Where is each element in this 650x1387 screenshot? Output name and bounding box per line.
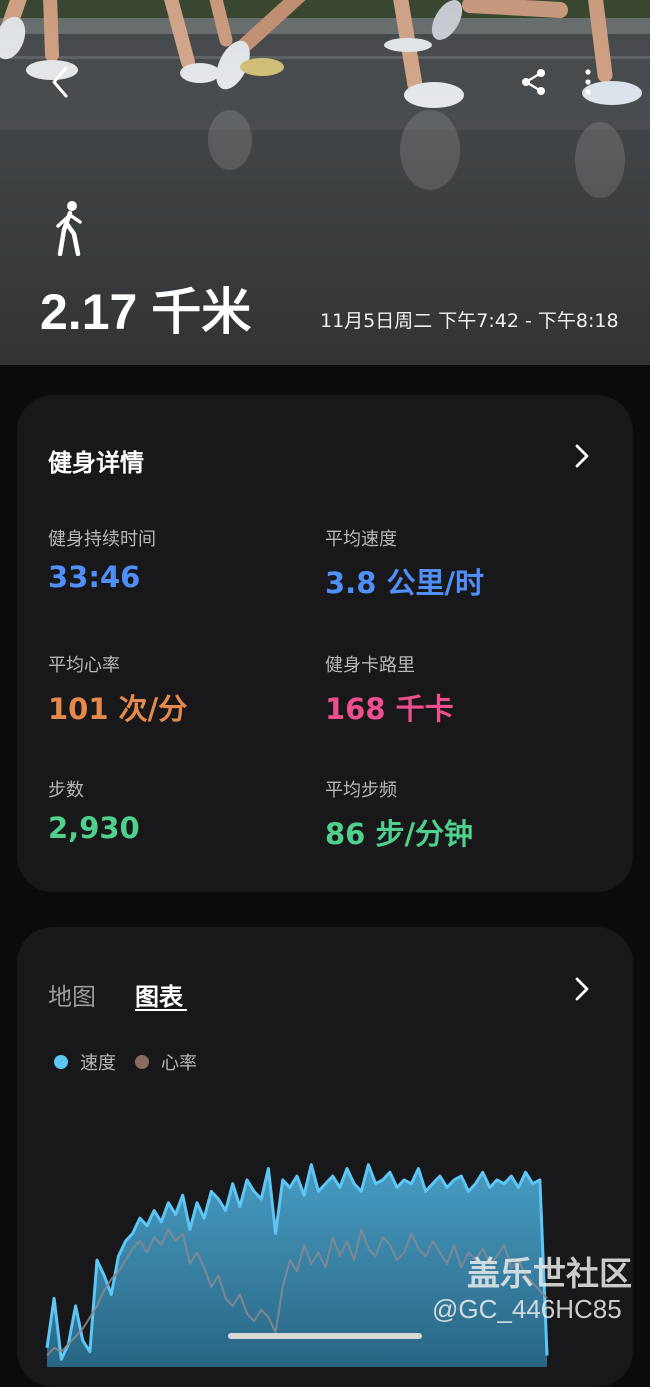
- metric-avg-cadence: 平均步频 86 步/分钟: [325, 776, 473, 853]
- metric-duration: 健身持续时间 33:46: [48, 525, 156, 594]
- metric-calories: 健身卡路里 168 千卡: [325, 651, 454, 728]
- metric-value: 168 千卡: [325, 692, 454, 726]
- metric-label: 平均心率: [48, 655, 120, 676]
- legend-label: 心率: [161, 1053, 197, 1074]
- legend-dot: [54, 1055, 68, 1069]
- workout-datetime: 11月5日周二 下午7:42 - 下午8:18: [320, 310, 619, 332]
- metric-avg-speed: 平均速度 3.8 公里/时: [325, 525, 484, 602]
- share-button[interactable]: [512, 62, 556, 102]
- more-vertical-icon: [585, 69, 591, 95]
- home-indicator[interactable]: [228, 1333, 422, 1339]
- metric-value: 33:46: [48, 560, 141, 594]
- legend-speed[interactable]: 速度: [54, 1049, 116, 1075]
- details-expand-button[interactable]: [568, 442, 596, 470]
- metric-value: 101 次/分: [48, 692, 188, 726]
- chevron-right-icon: [575, 444, 589, 468]
- metric-value: 3.8 公里/时: [325, 566, 485, 600]
- share-icon: [522, 69, 545, 95]
- metric-value: 2,930: [48, 811, 140, 845]
- details-title: 健身详情: [48, 449, 144, 477]
- watermark-community: 盖乐世社区: [467, 1254, 632, 1293]
- metric-label: 健身卡路里: [325, 655, 415, 676]
- tab-map[interactable]: 地图: [48, 977, 96, 1012]
- legend-heart-rate[interactable]: 心率: [135, 1049, 197, 1075]
- distance-value: 2.17 千米: [40, 284, 252, 340]
- more-options-button[interactable]: [568, 62, 608, 102]
- chevron-left-icon: [52, 66, 68, 98]
- hero-photo: 2.17 千米 11月5日周二 下午7:42 - 下午8:18: [0, 0, 650, 365]
- metric-steps: 步数 2,930: [48, 776, 140, 845]
- metric-label: 健身持续时间: [48, 529, 156, 550]
- metric-label: 平均速度: [325, 529, 397, 550]
- back-button[interactable]: [38, 62, 82, 102]
- metric-avg-heart-rate: 平均心率 101 次/分: [48, 651, 187, 728]
- legend-label: 速度: [80, 1053, 116, 1074]
- speed-heart-rate-chart: [45, 1163, 549, 1367]
- metric-label: 平均步频: [325, 780, 397, 801]
- chart-expand-button[interactable]: [568, 975, 596, 1003]
- active-tab-indicator: [135, 1009, 187, 1011]
- workout-details-card[interactable]: 健身详情 健身持续时间 33:46 平均速度 3.8 公里/时 平均心率 101…: [17, 395, 633, 892]
- metric-value: 86 步/分钟: [325, 817, 474, 851]
- tab-chart[interactable]: 图表: [135, 977, 183, 1012]
- legend-dot: [135, 1055, 149, 1069]
- chevron-right-icon: [575, 977, 589, 1001]
- metric-label: 步数: [48, 780, 84, 801]
- walk-icon: [56, 201, 82, 256]
- watermark-user: @GC_446HC85: [432, 1294, 622, 1324]
